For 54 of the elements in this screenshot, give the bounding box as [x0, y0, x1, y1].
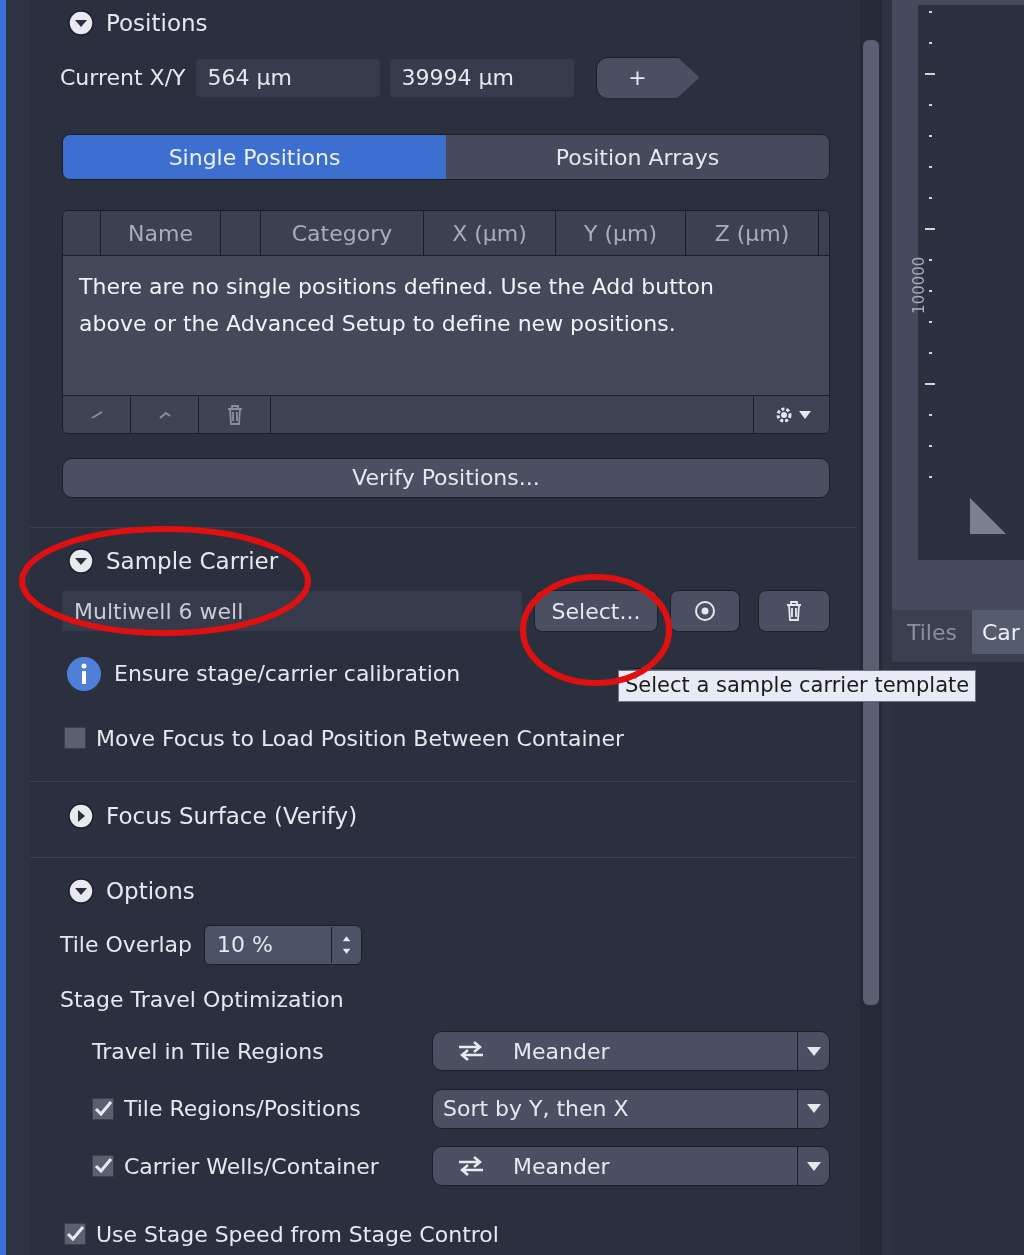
tile-overlap-spinner[interactable]: 10 % [204, 924, 362, 965]
target-icon [693, 599, 717, 624]
trash-icon [785, 600, 803, 623]
expand-icon[interactable] [68, 802, 94, 829]
travel-dropdown[interactable]: Meander [432, 1031, 830, 1072]
trash-icon [225, 403, 244, 426]
tab[interactable]: Car [972, 610, 1024, 654]
group-title: Stage Travel Optimization [60, 986, 344, 1015]
info-text: Ensure stage/carrier calibration [114, 660, 461, 689]
tab[interactable]: Single Positions [63, 135, 446, 179]
field-label: Current X/Y [60, 64, 186, 92]
checkbox-label[interactable]: Move Focus to Load Position Between Container [96, 721, 625, 755]
tab[interactable]: Position Arrays [446, 135, 829, 179]
dropdown-arrow-icon [806, 1104, 821, 1114]
field-label: Tile Overlap [60, 931, 192, 960]
target-button[interactable] [670, 590, 740, 633]
carrier-field[interactable]: Multiwell 6 well [62, 591, 522, 632]
travel-dropdown[interactable]: Sort by Y, then X [432, 1088, 830, 1129]
row-label: Travel in Tile Regions [92, 1037, 324, 1066]
ruler-label: 100000 [909, 256, 930, 314]
checkbox[interactable] [64, 1223, 86, 1246]
x-field[interactable]: 564 µm [195, 58, 380, 97]
checkbox[interactable] [64, 727, 86, 750]
checkbox-label[interactable]: Use Stage Speed from Stage Control [96, 1217, 499, 1251]
delete-button[interactable] [758, 590, 830, 633]
swap-arrows-icon [457, 1040, 485, 1063]
section-title[interactable]: Focus Surface (Verify) [106, 798, 358, 833]
dropdown-arrow-icon [806, 1046, 821, 1056]
info-icon [66, 655, 102, 692]
column-header[interactable]: Category [261, 210, 424, 256]
checkbox-label[interactable]: Carrier Wells/Container [124, 1150, 379, 1183]
collapse-icon[interactable] [68, 9, 94, 36]
dropdown-arrow-icon [806, 1162, 821, 1171]
select-button[interactable]: Select... [534, 590, 658, 633]
column-header[interactable]: Y (µm) [556, 210, 686, 256]
empty-message: There are no single positions defined. Use the Add button above or the Advanced Setup to define new positions. [79, 273, 715, 339]
travel-dropdown[interactable]: Meander [432, 1146, 830, 1187]
checkbox[interactable] [92, 1155, 114, 1178]
column-header[interactable]: Z (µm) [686, 210, 819, 256]
checkbox-label[interactable]: Tile Regions/Positions [124, 1092, 361, 1126]
y-field[interactable]: 39994 µm [389, 58, 574, 97]
column-header[interactable]: Name [101, 210, 221, 256]
caret-icon [798, 410, 811, 419]
swap-arrows-icon [457, 1155, 485, 1178]
section-title[interactable]: Positions [106, 5, 208, 41]
corner-triangle-icon [970, 498, 1006, 534]
column-header[interactable]: X (µm) [424, 210, 556, 256]
collapse-icon[interactable] [68, 878, 94, 905]
checkbox[interactable] [92, 1097, 114, 1120]
section-title[interactable]: Sample Carrier [106, 544, 279, 579]
verify-positions-button[interactable]: Verify Positions... [62, 458, 830, 498]
section-title[interactable]: Options [106, 874, 195, 909]
collapse-icon[interactable] [68, 548, 94, 575]
add-button[interactable]: + [595, 56, 700, 99]
